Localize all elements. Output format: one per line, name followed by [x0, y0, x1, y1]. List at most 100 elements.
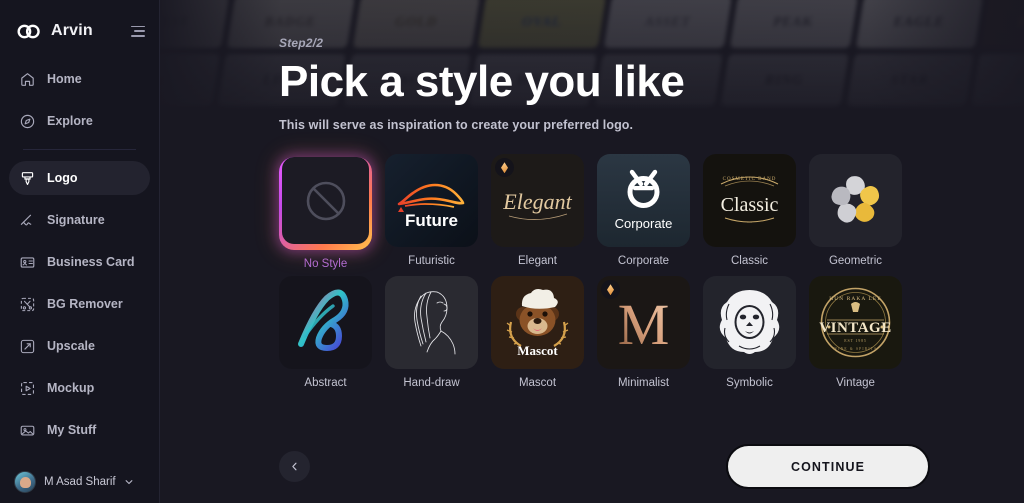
style-card-label: Hand-draw	[403, 377, 460, 390]
card-icon	[20, 256, 35, 268]
style-card-thumbnail[interactable]	[703, 276, 796, 370]
hamburger-icon[interactable]	[131, 25, 145, 37]
sidebar-item-label: Logo	[47, 171, 78, 185]
geometric-art	[809, 154, 902, 248]
style-card-thumbnail[interactable]: COSMETIC BAND Classic	[703, 154, 796, 248]
page-subtitle: This will serve as inspiration to create…	[279, 118, 634, 133]
style-card-label: Geometric	[828, 255, 883, 268]
style-card-vintage[interactable]: HUN RAKA LEE VINTAGE EST 1985 WINE & SPI…	[809, 276, 902, 370]
style-card-thumbnail[interactable]: HUN RAKA LEE VINTAGE EST 1985 WINE & SPI…	[809, 276, 902, 370]
style-card-thumbnail[interactable]: Corporate	[597, 154, 690, 248]
content-area: Step2/2 Pick a style you like This will …	[160, 0, 1024, 389]
style-card-handdraw[interactable]	[385, 276, 478, 370]
mockup-icon	[20, 381, 35, 395]
style-card-label: Abstract	[304, 377, 347, 390]
chevron-left-icon	[292, 462, 297, 471]
style-card-thumbnail[interactable]	[385, 276, 478, 370]
style-card-abstract[interactable]	[279, 276, 372, 370]
sidebar-item-label: Mockup	[47, 381, 95, 395]
style-card-minimalist[interactable]: M	[597, 276, 690, 370]
style-option[interactable]: Hand-draw	[385, 276, 478, 389]
svg-text:COSMETIC BAND: COSMETIC BAND	[723, 177, 777, 182]
user-menu[interactable]: M Asad Sharif	[0, 461, 159, 503]
handdraw-art	[385, 276, 478, 370]
sidebar-item-label: Signature	[47, 213, 105, 227]
style-card-thumbnail[interactable]: Future	[385, 154, 478, 248]
continue-button[interactable]: CONTINUE	[726, 444, 930, 489]
style-option[interactable]: Abstract	[279, 276, 372, 389]
sidebar-item-explore[interactable]: Explore	[9, 104, 150, 138]
sidebar-item-bg-remover[interactable]: BG Remover	[9, 287, 150, 321]
style-card-thumbnail[interactable]	[282, 157, 369, 245]
symbolic-art	[703, 276, 796, 370]
page-title: Pick a style you like	[279, 57, 685, 106]
brand-row: Arvin	[0, 0, 159, 62]
svg-text:Mascot: Mascot	[517, 343, 558, 358]
style-card-thumbnail[interactable]: Mascot	[491, 276, 584, 370]
style-option[interactable]: Symbolic	[703, 276, 796, 389]
style-option[interactable]: HUN RAKA LEE VINTAGE EST 1985 WINE & SPI…	[809, 276, 902, 389]
home-icon	[21, 72, 34, 86]
abstract-art	[279, 276, 372, 370]
sidebar-item-signature[interactable]: Signature	[9, 203, 150, 237]
style-card-label: Corporate	[617, 255, 670, 268]
svg-text:M: M	[618, 292, 670, 357]
arvin-logo-icon	[17, 24, 40, 38]
sidebar-divider	[23, 149, 136, 150]
style-card-classic[interactable]: COSMETIC BAND Classic	[703, 154, 796, 248]
avatar	[14, 471, 36, 493]
corporate-art: Corporate	[597, 154, 690, 248]
style-card-label: Classic	[730, 255, 769, 268]
style-card-corporate[interactable]: Corporate	[597, 154, 690, 248]
style-card-futuristic[interactable]: Future	[385, 154, 478, 248]
style-option[interactable]: Geometric	[809, 154, 902, 270]
style-card-label: Elegant	[517, 255, 557, 268]
style-card-elegant[interactable]: Elegant	[491, 154, 584, 248]
style-option[interactable]: Mascot Mascot	[491, 276, 584, 389]
style-card-mascot[interactable]: Mascot	[491, 276, 584, 370]
main-content: SPORTMAXRAVENSSUPERRAVENSMAXMAXMAXCRESTB…	[160, 0, 1024, 503]
style-card-label: Vintage	[836, 377, 875, 390]
sidebar-item-home[interactable]: Home	[9, 62, 150, 96]
compass-icon	[20, 114, 35, 128]
svg-text:VINTAGE: VINTAGE	[819, 320, 891, 336]
style-card-no-style[interactable]	[279, 157, 372, 251]
svg-text:Future: Future	[405, 211, 458, 230]
sidebar-nav: Home Explore Logo Signature Business Car…	[0, 62, 159, 455]
sidebar-item-upscale[interactable]: Upscale	[9, 329, 150, 363]
style-card-label: Minimalist	[617, 377, 670, 390]
style-card-thumbnail[interactable]	[279, 276, 372, 370]
style-card-symbolic[interactable]	[703, 276, 796, 370]
upscale-icon	[20, 339, 35, 353]
footer-bar: CONTINUE	[279, 444, 930, 489]
sidebar-item-label: My Stuff	[47, 423, 97, 437]
sidebar-item-mockup[interactable]: Mockup	[9, 371, 150, 405]
style-option[interactable]: No Style	[279, 154, 372, 270]
svg-text:Classic: Classic	[721, 194, 779, 216]
style-card-thumbnail[interactable]	[809, 154, 902, 248]
classic-art: COSMETIC BAND Classic	[703, 154, 796, 248]
svg-text:Elegant: Elegant	[502, 189, 572, 214]
style-option[interactable]: COSMETIC BAND Classic Classic	[703, 154, 796, 270]
signature-icon	[20, 214, 32, 225]
sidebar-item-label: Home	[47, 72, 82, 86]
style-card-geometric[interactable]	[809, 154, 902, 248]
style-option[interactable]: M Minimalist	[597, 276, 690, 389]
sidebar-item-business-card[interactable]: Business Card	[9, 245, 150, 279]
sidebar-item-label: Explore	[47, 114, 93, 128]
user-name: M Asad Sharif	[44, 476, 116, 488]
sidebar-item-my-stuff[interactable]: My Stuff	[9, 413, 150, 447]
sidebar-item-logo[interactable]: Logo	[9, 161, 150, 195]
style-card-label: Futuristic	[408, 255, 455, 268]
svg-text:EST 1985: EST 1985	[844, 338, 866, 343]
style-option[interactable]: Elegant Elegant	[491, 154, 584, 270]
back-button[interactable]	[279, 451, 310, 482]
style-grid: No Style Future Futuristic Elegant Elega…	[279, 154, 929, 389]
style-option[interactable]: Corporate Corporate	[597, 154, 690, 270]
sidebar-item-label: Upscale	[47, 339, 95, 353]
style-option[interactable]: Future Futuristic	[385, 154, 478, 270]
sidebar-item-label: Business Card	[47, 255, 135, 269]
svg-text:WINE & SPIRITS: WINE & SPIRITS	[834, 347, 878, 351]
no-style-icon	[306, 181, 345, 220]
scissors-icon	[20, 297, 35, 311]
